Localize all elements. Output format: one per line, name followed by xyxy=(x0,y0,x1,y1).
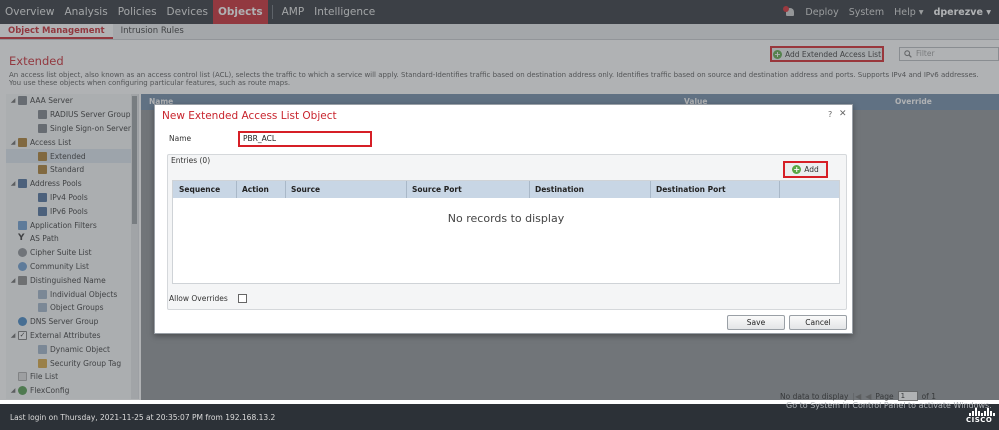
entries-grid: Sequence Action Source Source Port Desti… xyxy=(172,180,840,284)
cisco-brand: CISCO xyxy=(966,416,993,424)
name-input[interactable]: PBR_ACL xyxy=(238,131,372,147)
footer: Go to System in Control Panel to activat… xyxy=(0,401,999,430)
add-entry-label: Add xyxy=(804,165,819,174)
cisco-logo-icon xyxy=(969,408,995,416)
col-source[interactable]: Source xyxy=(291,185,320,194)
new-extended-acl-dialog: New Extended Access List Object ? ✕ Name… xyxy=(154,104,853,334)
entries-grid-header: Sequence Action Source Source Port Desti… xyxy=(173,181,839,198)
entries-label: Entries (0) xyxy=(171,156,211,165)
last-login-text: Last login on Thursday, 2021-11-25 at 20… xyxy=(10,413,276,422)
col-sequence[interactable]: Sequence xyxy=(179,185,220,194)
col-source-port[interactable]: Source Port xyxy=(412,185,462,194)
name-label: Name xyxy=(169,134,192,143)
close-icon[interactable]: ✕ xyxy=(839,109,847,119)
help-icon[interactable]: ? xyxy=(828,110,832,119)
allow-overrides-checkbox[interactable] xyxy=(238,294,247,303)
save-button[interactable]: Save xyxy=(727,315,785,330)
allow-overrides-label: Allow Overrides xyxy=(169,294,228,303)
windows-activation-watermark: Go to System in Control Panel to activat… xyxy=(786,401,992,410)
dialog-title: New Extended Access List Object xyxy=(162,110,337,122)
col-action[interactable]: Action xyxy=(242,185,269,194)
col-destination-port[interactable]: Destination Port xyxy=(656,185,726,194)
add-entry-button[interactable]: + Add xyxy=(783,161,828,178)
cancel-button[interactable]: Cancel xyxy=(789,315,847,330)
col-destination[interactable]: Destination xyxy=(535,185,584,194)
add-icon: + xyxy=(792,165,802,174)
empty-message: No records to display xyxy=(447,212,565,225)
